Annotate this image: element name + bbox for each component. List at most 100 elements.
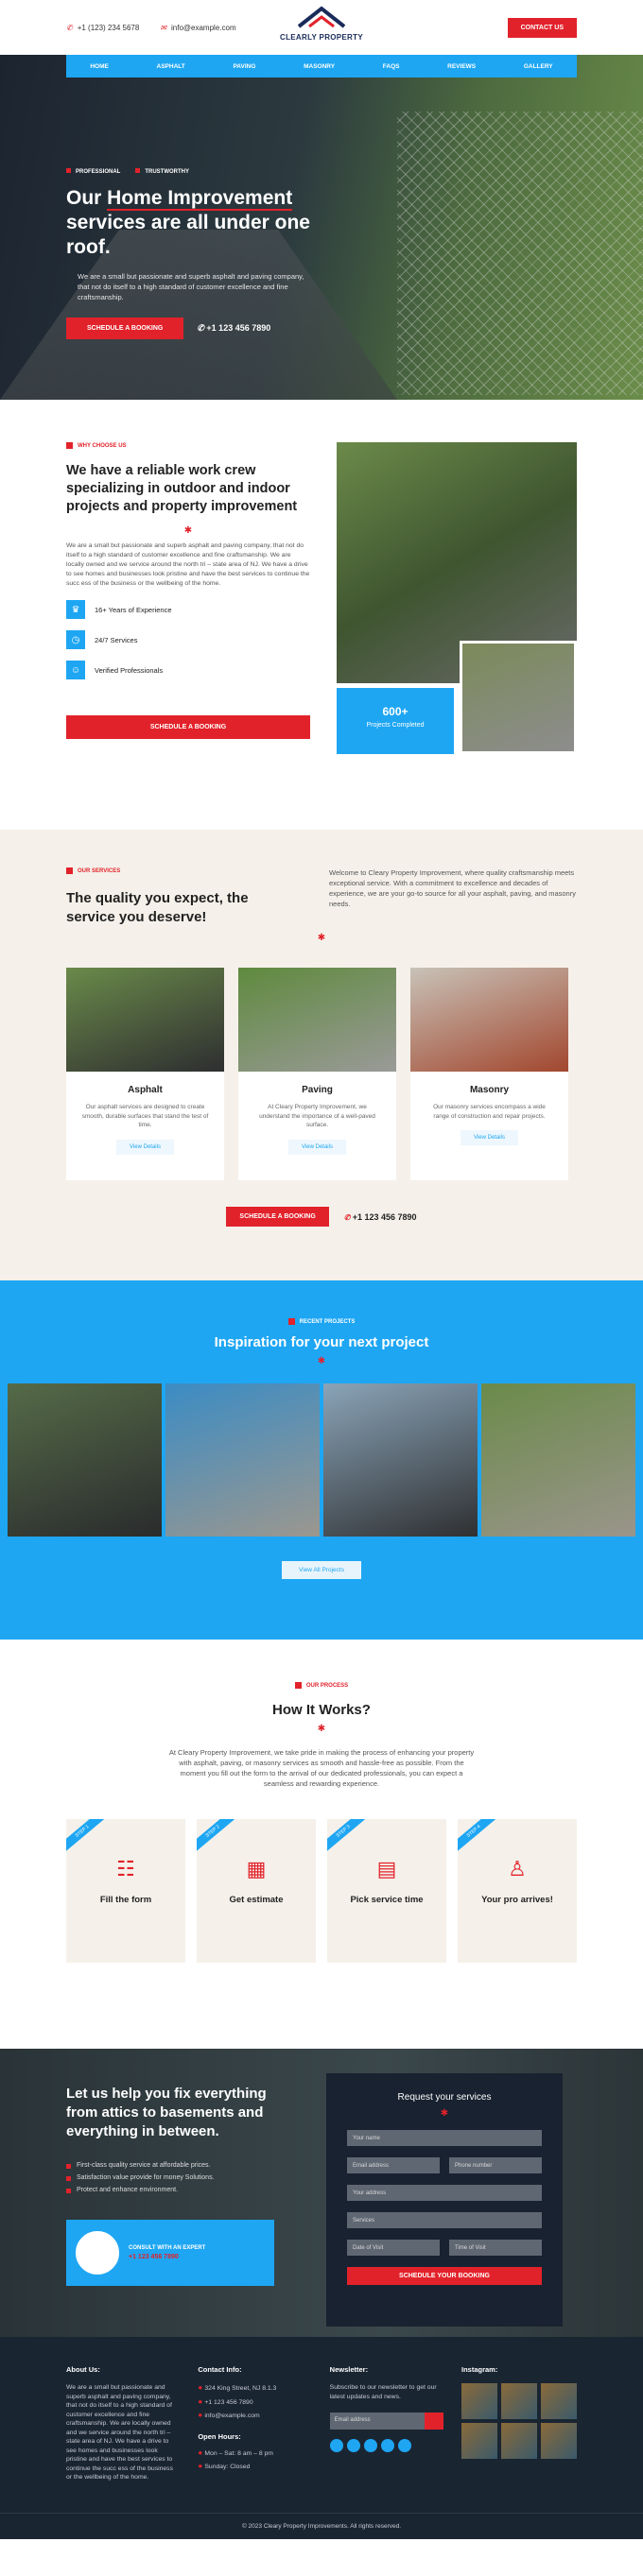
nav-masonry[interactable]: MASONRY — [304, 63, 335, 70]
crown-icon: ♛ — [66, 600, 85, 619]
instagram-image[interactable] — [461, 2423, 497, 2459]
view-details-button[interactable]: View Details — [461, 1130, 518, 1145]
instagram-image[interactable] — [500, 2383, 537, 2419]
newsletter-email-input[interactable]: Email address — [329, 2413, 425, 2430]
step-card: STEP 4 ♙ Your pro arrives! — [458, 1819, 577, 1963]
instagram-icon[interactable] — [397, 2439, 411, 2452]
view-all-projects-button[interactable]: View All Projects — [282, 1561, 361, 1579]
footer-heading: About Us: — [66, 2365, 100, 2374]
footer-contact: Contact Info: ● 324 King Street, NJ 8.1.… — [198, 2365, 311, 2482]
logo[interactable]: CLEARLY PROPERTY — [280, 6, 363, 42]
phone-icon: ✆ — [197, 323, 207, 333]
email-field[interactable]: Email address — [347, 2157, 440, 2173]
hero-phone-number: +1 123 456 7890 — [206, 323, 271, 333]
request-bullet: First-class quality service at affordabl… — [66, 2162, 279, 2169]
instagram-grid — [461, 2383, 577, 2459]
view-details-button[interactable]: View Details — [288, 1139, 346, 1155]
phone-field[interactable]: Phone number — [449, 2157, 542, 2173]
date-field[interactable]: Date of Visit — [347, 2240, 440, 2256]
gallery-image[interactable] — [165, 1383, 320, 1537]
house-roof-icon — [297, 6, 346, 28]
instagram-image[interactable] — [540, 2423, 577, 2459]
card-description: Our asphalt services are designed to cre… — [81, 1104, 209, 1128]
calculator-icon: ▦ — [246, 1857, 267, 1880]
feature-experience: ♛ 16+ Years of Experience — [66, 600, 310, 619]
services-phone[interactable]: ✆ +1 123 456 7890 — [344, 1212, 417, 1222]
why-eyebrow: WHY CHOOSE US — [66, 442, 310, 449]
contact-info: ✆ +1 (123) 234 5678 ✉ info@example.com — [66, 24, 236, 32]
footer-email[interactable]: ● info@example.com — [198, 2411, 311, 2421]
hero-phone[interactable]: ✆ +1 123 456 7890 — [197, 323, 270, 334]
gallery-image[interactable] — [323, 1383, 478, 1537]
schedule-booking-button[interactable]: SCHEDULE YOUR BOOKING — [347, 2267, 542, 2285]
nav-faqs[interactable]: FAQS — [383, 63, 400, 70]
send-icon[interactable] — [424, 2413, 443, 2430]
footer-phone[interactable]: ● +1 123 456 7890 — [198, 2397, 311, 2408]
instagram-image[interactable] — [540, 2383, 577, 2419]
hero-booking-button[interactable]: SCHEDULE A BOOKING — [66, 318, 184, 339]
instagram-image[interactable] — [461, 2383, 497, 2419]
form-title: Request your services — [397, 2092, 492, 2103]
footer-newsletter: Newsletter: Subscribe to our newsletter … — [329, 2365, 443, 2482]
project-gallery — [8, 1383, 635, 1537]
hours-text: Mon – Sat: 8 am – 8 pm — [204, 2449, 273, 2457]
service-card-masonry: Masonry Our masonry services encompass a… — [410, 968, 568, 1180]
nav-reviews[interactable]: REVIEWS — [447, 63, 476, 70]
wheelbarrow-photo — [460, 641, 577, 754]
step-ribbon: STEP 3 — [327, 1819, 373, 1857]
services-select[interactable]: Services — [347, 2212, 542, 2228]
footer-instagram: Instagram: — [461, 2365, 577, 2482]
gallery-image[interactable] — [481, 1383, 635, 1537]
nav-gallery[interactable]: GALLERY — [524, 63, 553, 70]
time-field[interactable]: Time of Visit — [449, 2240, 542, 2256]
address-field[interactable]: Your address — [347, 2185, 542, 2201]
services-title: The quality you expect, the service you … — [66, 890, 249, 925]
name-field[interactable]: Your name — [347, 2130, 542, 2146]
facebook-icon[interactable] — [329, 2439, 343, 2452]
twitter-icon[interactable] — [346, 2439, 360, 2452]
why-choose-us-section: WHY CHOOSE US We have a reliable work cr… — [0, 400, 643, 830]
feature-label: 16+ Years of Experience — [95, 605, 172, 614]
phone-text: +1 123 456 7890 — [204, 2398, 253, 2406]
step-title: Fill the form — [99, 1895, 152, 1905]
hours-text: Sunday: Closed — [204, 2464, 251, 2470]
youtube-icon[interactable] — [363, 2439, 377, 2452]
main-nav: HOME ASPHALT PAVING MASONRY FAQS REVIEWS… — [66, 55, 577, 77]
hero-description: We are a small but passionate and superb… — [78, 272, 304, 301]
expert-phone: +1 123 456 7890 — [129, 2254, 179, 2260]
tag-professional: PROFESSIONAL — [66, 168, 120, 175]
projects-stat-card: 600+ Projects Completed — [337, 688, 454, 754]
instagram-image[interactable] — [500, 2423, 537, 2459]
email-contact[interactable]: ✉ info@example.com — [160, 24, 235, 32]
star-divider-icon: ✱ — [317, 1356, 326, 1366]
view-details-button[interactable]: View Details — [116, 1139, 174, 1155]
phone-contact[interactable]: ✆ +1 (123) 234 5678 — [66, 24, 139, 32]
consult-expert-box[interactable]: CONSULT WITH AN EXPERT +1 123 456 7890 — [66, 2220, 274, 2286]
nav-home[interactable]: HOME — [90, 63, 109, 70]
services-eyebrow: OUR SERVICES — [66, 867, 284, 874]
nav-asphalt[interactable]: ASPHALT — [157, 63, 185, 70]
linkedin-icon[interactable] — [380, 2439, 394, 2452]
contact-us-button[interactable]: CONTACT US — [507, 17, 577, 38]
card-description: Our masonry services encompass a wide ra… — [433, 1104, 546, 1120]
newsletter-description: Subscribe to our newsletter to get our l… — [329, 2384, 437, 2400]
hero-tags: PROFESSIONAL TRUSTWORTHY — [66, 168, 350, 175]
footer-address: ● 324 King Street, NJ 8.1.3 — [198, 2383, 311, 2394]
why-booking-button[interactable]: SCHEDULE A BOOKING — [66, 715, 310, 739]
services-booking-button[interactable]: SCHEDULE A BOOKING — [226, 1207, 329, 1227]
star-divider-icon: ✱ — [440, 2108, 449, 2119]
paving-photo — [238, 968, 396, 1072]
why-description: We are a small but passionate and superb… — [66, 542, 310, 587]
card-title: Paving — [302, 1085, 333, 1095]
gallery-image[interactable] — [8, 1383, 162, 1537]
copyright: © 2023 Cleary Property Improvements. All… — [0, 2513, 643, 2539]
hero-section: PROFESSIONAL TRUSTWORTHY Our Home Improv… — [0, 55, 643, 400]
services-description: Welcome to Cleary Property Improvement, … — [329, 868, 576, 908]
request-title: Let us help you fix everything from atti… — [66, 2086, 267, 2139]
nav-paving[interactable]: PAVING — [233, 63, 255, 70]
recent-projects-section: RECENT PROJECTS Inspiration for your nex… — [0, 1280, 643, 1640]
hero-title: Our Home Improvement services are all un… — [66, 186, 350, 260]
step-card: STEP 1 ☷ Fill the form — [66, 1819, 185, 1963]
star-divider-icon: ✱ — [317, 1724, 326, 1734]
why-title: We have a reliable work crew specializin… — [66, 463, 298, 514]
